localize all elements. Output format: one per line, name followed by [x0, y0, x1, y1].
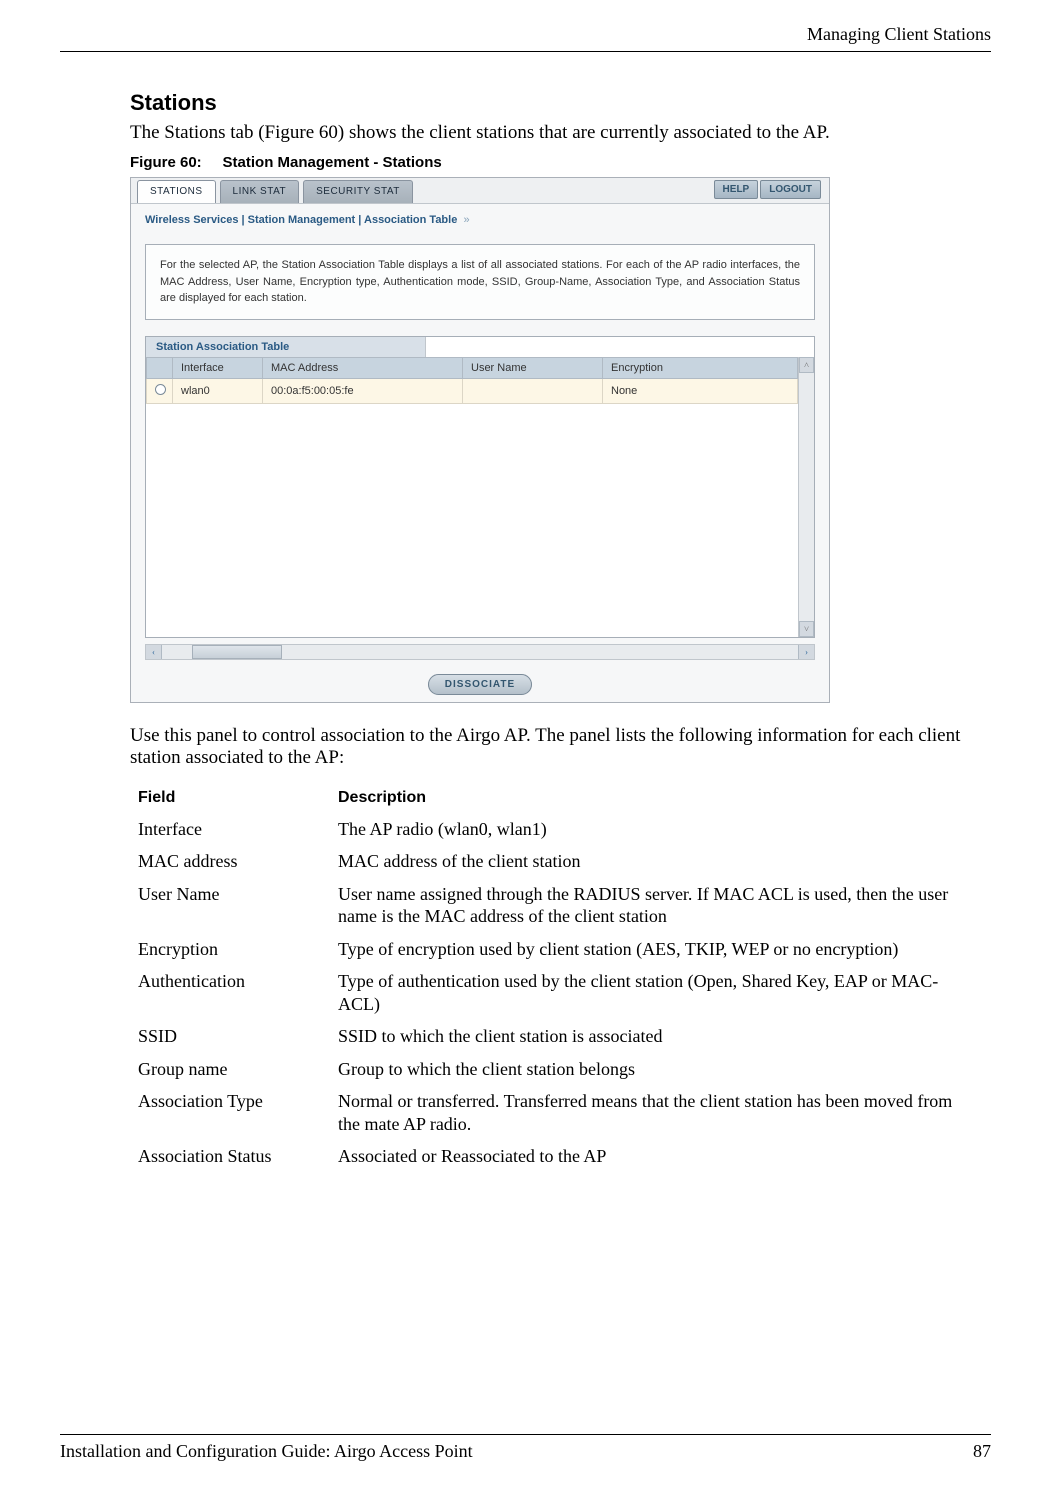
field-name: Encryption [138, 933, 338, 966]
tab-bar: STATIONS LINK STAT SECURITY STAT HELP LO… [131, 178, 829, 204]
field-name: SSID [138, 1020, 338, 1053]
field-row: InterfaceThe AP radio (wlan0, wlan1) [138, 813, 979, 846]
field-row: AuthenticationType of authentication use… [138, 965, 979, 1020]
figure-label: Figure 60: [130, 154, 202, 171]
row-radio[interactable] [155, 384, 166, 395]
field-description-table: Field Description InterfaceThe AP radio … [138, 783, 979, 1173]
field-name: User Name [138, 878, 338, 933]
cell-interface: wlan0 [173, 378, 263, 403]
field-description: Group to which the client station belong… [338, 1053, 979, 1086]
col-interface: Interface [173, 357, 263, 378]
field-name: Group name [138, 1053, 338, 1086]
field-row: SSIDSSID to which the client station is … [138, 1020, 979, 1053]
scroll-thumb[interactable] [192, 645, 282, 659]
cell-user [463, 378, 603, 403]
header-title: Managing Client Stations [807, 24, 991, 44]
page-footer: Installation and Configuration Guide: Ai… [60, 1434, 991, 1462]
scroll-right-icon[interactable]: › [798, 645, 814, 659]
field-row: Association TypeNormal or transferred. T… [138, 1085, 979, 1140]
tab-securitystat[interactable]: SECURITY STAT [303, 180, 413, 203]
field-row: MAC addressMAC address of the client sta… [138, 845, 979, 878]
table-title: Station Association Table [146, 337, 426, 357]
tab-linkstat[interactable]: LINK STAT [220, 180, 300, 203]
footer-page-number: 87 [973, 1441, 991, 1462]
description-box: For the selected AP, the Station Associa… [145, 244, 815, 320]
col-mac: MAC Address [263, 357, 463, 378]
figure-caption: Figure 60: Station Management - Stations [130, 154, 971, 171]
cell-encryption: None [603, 378, 798, 403]
table-row: wlan0 00:0a:f5:00:05:fe None [147, 378, 798, 403]
horizontal-scrollbar[interactable]: ‹ › [145, 644, 815, 660]
field-name: Association Type [138, 1085, 338, 1140]
field-head-field: Field [138, 783, 338, 813]
field-description: Normal or transferred. Transferred means… [338, 1085, 979, 1140]
breadcrumb-arrow-icon: » [460, 214, 469, 226]
field-description: Type of authentication used by the clien… [338, 965, 979, 1020]
intro-text: The Stations tab (Figure 60) shows the c… [130, 122, 971, 144]
station-table-wrap: Station Association Table Interface MAC … [145, 336, 815, 638]
col-user: User Name [463, 357, 603, 378]
field-row: EncryptionType of encryption used by cli… [138, 933, 979, 966]
screenshot-panel: STATIONS LINK STAT SECURITY STAT HELP LO… [130, 177, 830, 703]
dissociate-button[interactable]: DISSOCIATE [428, 674, 532, 695]
breadcrumb: Wireless Services | Station Management |… [131, 204, 829, 230]
field-name: MAC address [138, 845, 338, 878]
col-select [147, 357, 173, 378]
field-name: Authentication [138, 965, 338, 1020]
field-description: SSID to which the client station is asso… [338, 1020, 979, 1053]
figure-text: Station Management - Stations [223, 154, 442, 171]
vertical-scrollbar[interactable]: ˄ ˅ [798, 357, 814, 637]
logout-button[interactable]: LOGOUT [760, 180, 821, 199]
field-row: User NameUser name assigned through the … [138, 878, 979, 933]
field-row: Group nameGroup to which the client stat… [138, 1053, 979, 1086]
scroll-up-icon[interactable]: ˄ [799, 357, 814, 373]
field-description: The AP radio (wlan0, wlan1) [338, 813, 979, 846]
field-head-desc: Description [338, 783, 979, 813]
field-description: Type of encryption used by client statio… [338, 933, 979, 966]
station-association-table: Interface MAC Address User Name Encrypti… [146, 357, 798, 404]
scroll-down-icon[interactable]: ˅ [799, 621, 814, 637]
field-name: Association Status [138, 1140, 338, 1173]
cell-mac: 00:0a:f5:00:05:fe [263, 378, 463, 403]
field-row: Association StatusAssociated or Reassoci… [138, 1140, 979, 1173]
tab-stations[interactable]: STATIONS [137, 180, 216, 203]
field-name: Interface [138, 813, 338, 846]
field-description: User name assigned through the RADIUS se… [338, 878, 979, 933]
help-button[interactable]: HELP [714, 180, 759, 199]
field-description: Associated or Reassociated to the AP [338, 1140, 979, 1173]
page-header: Managing Client Stations [60, 24, 991, 52]
field-description: MAC address of the client station [338, 845, 979, 878]
footer-left: Installation and Configuration Guide: Ai… [60, 1441, 473, 1462]
breadcrumb-text: Wireless Services | Station Management |… [145, 214, 457, 226]
col-encryption: Encryption [603, 357, 798, 378]
section-title: Stations [130, 90, 971, 116]
after-text: Use this panel to control association to… [130, 725, 971, 769]
scroll-left-icon[interactable]: ‹ [146, 645, 162, 659]
